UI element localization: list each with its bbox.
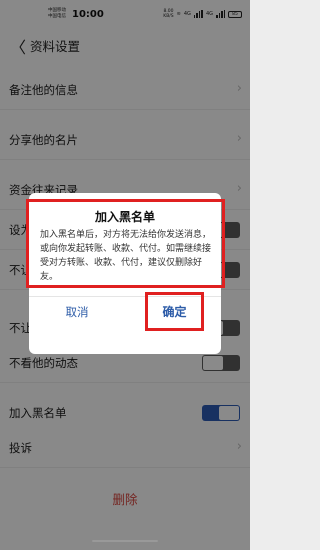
dialog-title: 加入黑名单 <box>94 210 155 224</box>
confirm-button[interactable]: 确定 <box>145 292 204 331</box>
dialog-message: 加入黑名单后，对方将无法给你发送消息，或向你发起转账、收款、代付。如需继续接受对… <box>40 230 212 282</box>
home-indicator[interactable] <box>92 540 158 542</box>
cancel-button[interactable]: 取消 <box>29 297 125 327</box>
